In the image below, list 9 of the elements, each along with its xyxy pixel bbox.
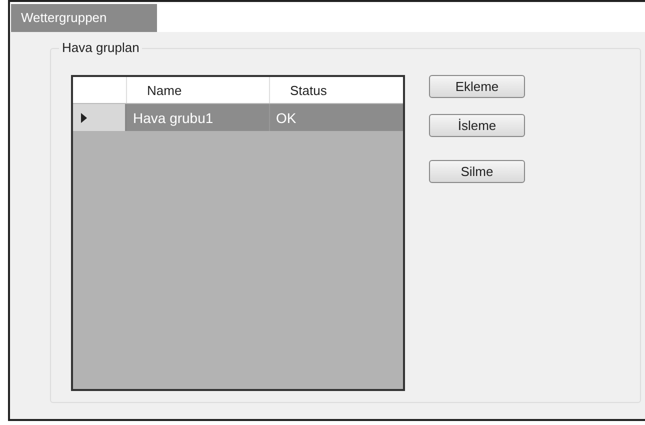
column-header[interactable]: Status <box>270 77 403 103</box>
group-title: Hava gruplan <box>59 40 142 55</box>
table-cell: Hava grubu1 <box>127 104 270 131</box>
action-button[interactable]: İsleme <box>429 114 525 137</box>
row-pointer-icon <box>81 112 87 122</box>
action-button[interactable]: Silme <box>429 160 525 183</box>
table-cell-text: OK <box>275 109 298 128</box>
action-button[interactable]: Ekleme <box>429 75 525 98</box>
column-header[interactable]: Name <box>127 77 270 103</box>
